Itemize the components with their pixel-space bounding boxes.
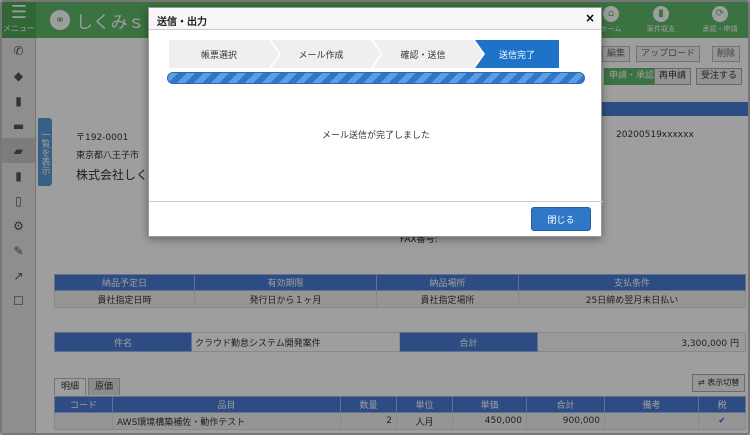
send-output-dialog: 送信・出力 × 帳票選択 メール作成 確認・送信 送信完了 メール送信が完了しま… <box>148 7 603 238</box>
step-form-select-label: 帳票選択 <box>200 50 237 61</box>
close-icon[interactable]: × <box>585 11 595 25</box>
dialog-title: 送信・出力 <box>157 17 207 28</box>
step-form-select: 帳票選択 <box>169 40 281 68</box>
step-mail-create-label: メール作成 <box>298 50 344 61</box>
step-send-complete: 送信完了 <box>475 40 559 68</box>
step-confirm-send: 確認・送信 <box>373 40 485 68</box>
close-button[interactable]: 閉じる <box>531 207 591 231</box>
dialog-footer: 閉じる <box>149 201 603 238</box>
dialog-header: 送信・出力 × <box>149 8 601 30</box>
wizard-steps: 帳票選択 メール作成 確認・送信 送信完了 <box>169 40 559 68</box>
progress-bar <box>167 72 585 84</box>
step-mail-create: メール作成 <box>271 40 383 68</box>
completion-message: メール送信が完了しました <box>321 131 430 141</box>
step-confirm-send-label: 確認・送信 <box>400 50 446 61</box>
step-send-complete-label: 送信完了 <box>498 50 535 61</box>
app-frame: ☰ メニュー ⚭ しくみｓ ⌂ ホーム ▮ 案件収支 ⟳ 承認・申請 ✆ ◆ ▮… <box>0 0 750 435</box>
